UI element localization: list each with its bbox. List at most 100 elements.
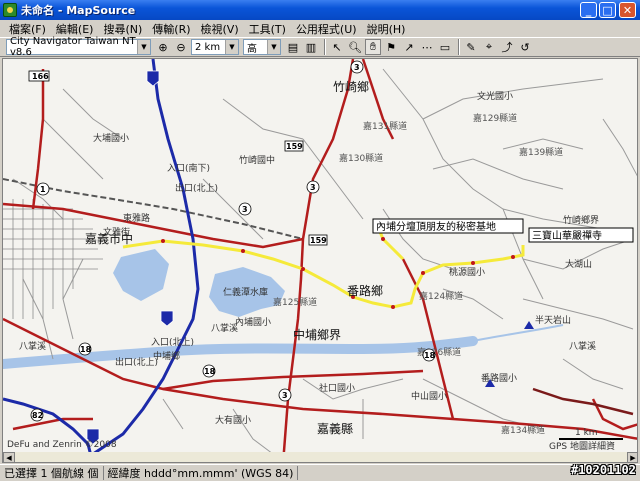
app-icon bbox=[3, 3, 17, 17]
close-button[interactable]: ✕ bbox=[619, 2, 636, 18]
zoom-scale-select[interactable]: 2 km ▼ bbox=[191, 39, 239, 55]
county-road-129: 嘉129縣道 bbox=[473, 112, 517, 124]
shield-18-east: 18 bbox=[422, 348, 436, 362]
map-copyright: DeFu and Zenrin ©2008 bbox=[7, 440, 117, 450]
title-bar[interactable]: 未命名 - MapSource _ □ ✕ bbox=[0, 0, 640, 20]
menu-file[interactable]: 檔案(F) bbox=[4, 21, 51, 37]
map-canvas[interactable]: 竹崎鄉 番路鄉 中埔鄉界 嘉義縣 竹崎鄉界 大湖山 文雅街 嘉義市中 仁義潭水庫… bbox=[3, 59, 638, 463]
horizontal-scrollbar[interactable]: ◀ ▶ bbox=[3, 452, 637, 462]
detail-level-value: 高 bbox=[247, 43, 257, 55]
find-icon[interactable]: ⌖ bbox=[481, 39, 497, 55]
county-road-130: 嘉130縣道 bbox=[339, 152, 383, 164]
poi-bazhang: 八掌溪 bbox=[19, 340, 46, 352]
city-grid bbox=[3, 199, 103, 319]
menu-utilities[interactable]: 公用程式(U) bbox=[291, 21, 362, 37]
main-roads bbox=[3, 59, 637, 462]
shield-3-south: 3 bbox=[278, 388, 292, 402]
river-label-bazhang-2: 八掌溪 bbox=[569, 340, 596, 352]
svg-text:1 km: 1 km bbox=[575, 428, 598, 438]
send-to-device-icon[interactable]: ▥ bbox=[303, 39, 319, 55]
status-coordinate-format: 經緯度 hddd°mm.mmm' (WGS 84) bbox=[104, 465, 299, 480]
menu-view[interactable]: 檢視(V) bbox=[196, 21, 244, 37]
menu-tools[interactable]: 工具(T) bbox=[244, 21, 291, 37]
svg-text:166: 166 bbox=[32, 72, 49, 81]
zoom-in-icon[interactable]: ⊕ bbox=[155, 39, 171, 55]
watermark-label: #10201102 bbox=[570, 463, 636, 477]
county-road-131: 嘉131縣道 bbox=[363, 120, 407, 132]
reservoir-west bbox=[113, 249, 169, 301]
river-label-bazhang-1: 八掌溪 bbox=[211, 322, 238, 334]
svg-text:159: 159 bbox=[286, 142, 303, 151]
window-title: 未命名 - MapSource bbox=[21, 4, 136, 17]
scroll-left-icon[interactable]: ◀ bbox=[3, 452, 15, 462]
menu-help[interactable]: 說明(H) bbox=[362, 21, 411, 37]
town-label-fanlu: 番路鄉 bbox=[347, 283, 383, 298]
maximize-button[interactable]: □ bbox=[599, 2, 616, 18]
map-product-select[interactable]: City Navigator Taiwan NT v8.6 ▼ bbox=[6, 36, 151, 58]
toolbar-separator bbox=[458, 39, 460, 55]
county-road-124: 嘉124縣道 bbox=[419, 290, 463, 302]
map-tool-icon[interactable]: ✎ bbox=[463, 39, 479, 55]
shield-3-top: 3 bbox=[238, 202, 252, 216]
poi-zhongshan-school: 中山國小 bbox=[411, 390, 447, 402]
poi-dapu-school: 大埔國小 bbox=[93, 132, 129, 144]
town-label-dahu: 大湖山 bbox=[565, 258, 592, 270]
label-exit-north-2: 出口(北上) bbox=[115, 356, 158, 368]
zoom-tool-icon[interactable]: 🔍︎ bbox=[347, 39, 363, 55]
menu-transfer[interactable]: 傳輸(R) bbox=[147, 21, 195, 37]
ridge-road bbox=[532, 387, 634, 416]
route-edit-icon[interactable]: ⤴ bbox=[499, 39, 515, 55]
map-view[interactable]: 竹崎鄉 番路鄉 中埔鄉界 嘉義縣 竹崎鄉界 大湖山 文雅街 嘉義市中 仁義潭水庫… bbox=[2, 58, 638, 463]
waypoint-tool-icon[interactable]: ⚑ bbox=[383, 39, 399, 55]
poi-neipu-school: 內埔國小 bbox=[235, 316, 271, 328]
poi-taoyuan-school: 桃源國小 bbox=[449, 266, 485, 278]
waypoint-callout-base[interactable]: 內埔分壇頂朋友的秘密基地 bbox=[372, 218, 524, 234]
shield-1: 1 bbox=[36, 182, 50, 196]
status-bar: 已選擇 1 個航線 個 經緯度 hddd°mm.mmm' (WGS 84) bbox=[0, 464, 640, 480]
label-entrance-south: 入口(南下) bbox=[167, 162, 210, 174]
hand-tool-icon[interactable]: ✋︎ bbox=[365, 39, 381, 55]
measure-tool-icon[interactable]: ▭ bbox=[437, 39, 453, 55]
svg-text:內埔分壇頂朋友的秘密基地: 內埔分壇頂朋友的秘密基地 bbox=[376, 220, 496, 233]
county-road-134: 嘉134縣道 bbox=[501, 424, 545, 436]
bazhang-river bbox=[3, 336, 478, 369]
chevron-down-icon[interactable]: ▼ bbox=[267, 40, 280, 54]
poi-shekou-school: 社口國小 bbox=[319, 382, 355, 394]
chevron-down-icon[interactable]: ▼ bbox=[137, 40, 150, 54]
svg-text:3: 3 bbox=[282, 391, 288, 400]
poi-wenguang-school: 文光國小 bbox=[477, 90, 513, 102]
detail-level-select[interactable]: 高 ▼ bbox=[243, 39, 281, 55]
svg-text:1: 1 bbox=[40, 185, 46, 194]
receive-from-device-icon[interactable]: ▤ bbox=[285, 39, 301, 55]
town-label-zhongpu-border: 中埔鄉界 bbox=[293, 327, 341, 342]
mountain-label-bantian: 半天岩山 bbox=[535, 314, 571, 326]
map-product-value: City Navigator Taiwan NT v8.6 bbox=[10, 36, 136, 58]
minimize-button[interactable]: _ bbox=[580, 2, 597, 18]
svg-text:3: 3 bbox=[310, 183, 316, 192]
shield-3-mid: 3 bbox=[306, 180, 320, 194]
track-tool-icon[interactable]: ⋯ bbox=[419, 39, 435, 55]
shield-159-a: 159 bbox=[284, 140, 304, 152]
route-tool-icon[interactable]: ↗ bbox=[401, 39, 417, 55]
toolbar-separator bbox=[324, 39, 326, 55]
menu-search[interactable]: 搜尋(N) bbox=[98, 21, 147, 37]
menu-edit[interactable]: 編輯(E) bbox=[51, 21, 99, 37]
shield-159-b: 159 bbox=[308, 234, 328, 246]
svg-text:3: 3 bbox=[354, 63, 360, 72]
selection-tool-icon[interactable]: ↖ bbox=[329, 39, 345, 55]
zoom-out-icon[interactable]: ⊖ bbox=[173, 39, 189, 55]
gps-detail-label: GPS 地圖詳細資 bbox=[549, 440, 615, 452]
zoom-scale-value: 2 km bbox=[195, 41, 221, 53]
svg-text:三寶山華嚴禪寺: 三寶山華嚴禪寺 bbox=[532, 229, 602, 242]
svg-text:18: 18 bbox=[204, 367, 216, 376]
county-road-125: 嘉125縣道 bbox=[273, 296, 317, 308]
town-label-chiayi-city: 嘉義市中 bbox=[85, 231, 133, 246]
chevron-down-icon[interactable]: ▼ bbox=[225, 40, 238, 54]
county-road-139: 嘉139縣道 bbox=[519, 146, 563, 158]
scroll-right-icon[interactable]: ▶ bbox=[627, 452, 637, 462]
stream-east bbox=[472, 324, 564, 342]
waypoint-callout-temple[interactable]: 三寶山華嚴禪寺 bbox=[528, 227, 634, 243]
label-exit-north-1: 出口(北上) bbox=[175, 182, 218, 194]
recalc-icon[interactable]: ↺ bbox=[517, 39, 533, 55]
status-selection: 已選擇 1 個航線 個 bbox=[0, 465, 104, 480]
